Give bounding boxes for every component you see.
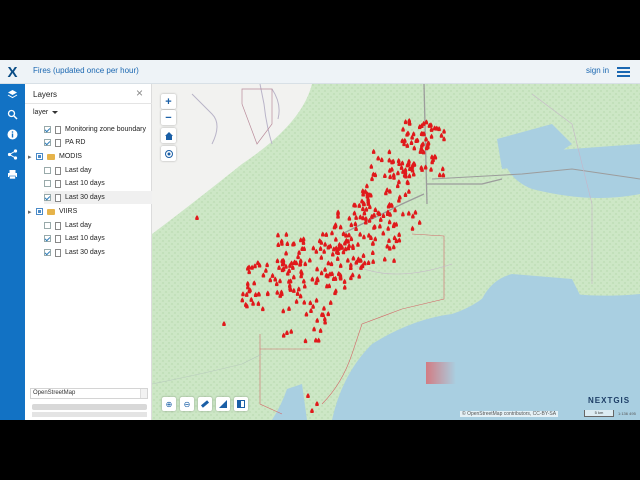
- group-checkbox[interactable]: [36, 208, 43, 215]
- page-title: Fires (updated once per hour): [33, 66, 139, 75]
- layer-group-row[interactable]: ▸ VIIRS: [28, 205, 152, 218]
- layer-select-label: layer: [33, 109, 49, 116]
- chevron-down-icon: [52, 110, 59, 114]
- hatched-area: [426, 362, 456, 384]
- map-canvas[interactable]: [152, 84, 640, 420]
- chevron-down-icon: [140, 389, 147, 398]
- layer-label: Last 30 days: [65, 249, 105, 256]
- layer-checkbox[interactable]: [44, 180, 51, 187]
- search-icon[interactable]: [6, 108, 19, 121]
- document-icon: [55, 221, 61, 230]
- document-icon: [55, 125, 61, 134]
- share-icon[interactable]: [6, 148, 19, 161]
- expand-toggle-icon[interactable]: ▸: [28, 153, 34, 161]
- layers-panel-header: Layers ×: [25, 84, 152, 104]
- layer-row[interactable]: Monitoring zone boundary: [36, 123, 152, 136]
- locate-icon[interactable]: [161, 146, 176, 161]
- layer-row[interactable]: Last 30 days: [44, 246, 152, 259]
- layer-label: Last 30 days: [65, 194, 105, 201]
- app-screen: X Fires (updated once per hour) sign in …: [0, 60, 640, 420]
- layer-checkbox[interactable]: [44, 235, 51, 242]
- layer-row[interactable]: Last 10 days: [44, 232, 152, 245]
- layer-group-label: VIIRS: [59, 208, 78, 215]
- map-view[interactable]: + − ⊕ ⊖ NEXTGIS © OpenStreetMap contribu…: [152, 84, 640, 420]
- layer-group-row[interactable]: ▸ MODIS: [28, 150, 152, 163]
- zoom-out-button[interactable]: −: [161, 110, 176, 125]
- scale-ratio: 1:136 495: [618, 411, 636, 416]
- folder-icon: [47, 153, 55, 160]
- layer-checkbox[interactable]: [44, 194, 51, 201]
- close-icon[interactable]: ×: [136, 86, 143, 100]
- print-icon[interactable]: [6, 168, 19, 181]
- layer-row[interactable]: Last day: [44, 219, 152, 232]
- layers-panel: Layers × layer Monitoring zone boundary …: [25, 84, 152, 420]
- layer-checkbox[interactable]: [44, 249, 51, 256]
- info-icon[interactable]: [6, 128, 19, 141]
- layer-label: Last day: [65, 167, 92, 174]
- document-icon: [55, 248, 61, 257]
- zoom-in-tool-icon[interactable]: ⊕: [162, 397, 176, 411]
- layer-row[interactable]: Last 10 days: [44, 177, 152, 190]
- scale-bar: 5 km: [584, 410, 614, 417]
- left-toolbar: [0, 84, 25, 420]
- nextgis-brand-logo: NEXTGIS: [588, 396, 631, 405]
- hamburger-menu-icon[interactable]: [617, 67, 630, 77]
- measure-ruler-icon[interactable]: [198, 397, 212, 411]
- panel-scrollbar[interactable]: [32, 404, 147, 410]
- document-icon: [55, 234, 61, 243]
- nextgis-logo[interactable]: X: [0, 60, 25, 84]
- layer-select[interactable]: layer: [33, 109, 59, 116]
- measure-area-icon[interactable]: [216, 397, 230, 411]
- top-bar: X Fires (updated once per hour) sign in: [0, 60, 640, 84]
- layer-label: Last 10 days: [65, 180, 105, 187]
- layers-icon[interactable]: [6, 88, 19, 101]
- sign-in-link[interactable]: sign in: [586, 66, 609, 75]
- layer-row[interactable]: Last day: [44, 164, 152, 177]
- zoom-out-tool-icon[interactable]: ⊖: [180, 397, 194, 411]
- layer-label: Monitoring zone boundary: [65, 126, 146, 133]
- identify-icon[interactable]: [234, 397, 248, 411]
- layer-checkbox[interactable]: [44, 126, 51, 133]
- layer-group-label: MODIS: [59, 153, 82, 160]
- layer-row[interactable]: Last 30 days: [44, 191, 152, 204]
- map-attribution[interactable]: © OpenStreetMap contributors, CC-BY-SA: [460, 411, 559, 417]
- layer-row[interactable]: PA RD: [36, 136, 152, 149]
- panel-scrollbar-track: [32, 412, 147, 417]
- folder-icon: [47, 208, 55, 215]
- layer-checkbox[interactable]: [44, 139, 51, 146]
- document-icon: [55, 179, 61, 188]
- zoom-in-button[interactable]: +: [161, 94, 176, 109]
- layers-panel-title: Layers: [33, 90, 58, 99]
- group-checkbox[interactable]: [36, 153, 43, 160]
- layer-label: Last day: [65, 222, 92, 229]
- layer-label: PA RD: [65, 139, 86, 146]
- document-icon: [55, 138, 61, 147]
- layer-label: Last 10 days: [65, 235, 105, 242]
- basemap-label: OpenStreetMap: [33, 390, 76, 396]
- document-icon: [55, 193, 61, 202]
- document-icon: [55, 166, 61, 175]
- layer-checkbox[interactable]: [44, 222, 51, 229]
- expand-toggle-icon[interactable]: ▸: [28, 208, 34, 216]
- layer-checkbox[interactable]: [44, 167, 51, 174]
- home-icon[interactable]: [161, 128, 176, 143]
- basemap-select[interactable]: OpenStreetMap: [30, 388, 148, 399]
